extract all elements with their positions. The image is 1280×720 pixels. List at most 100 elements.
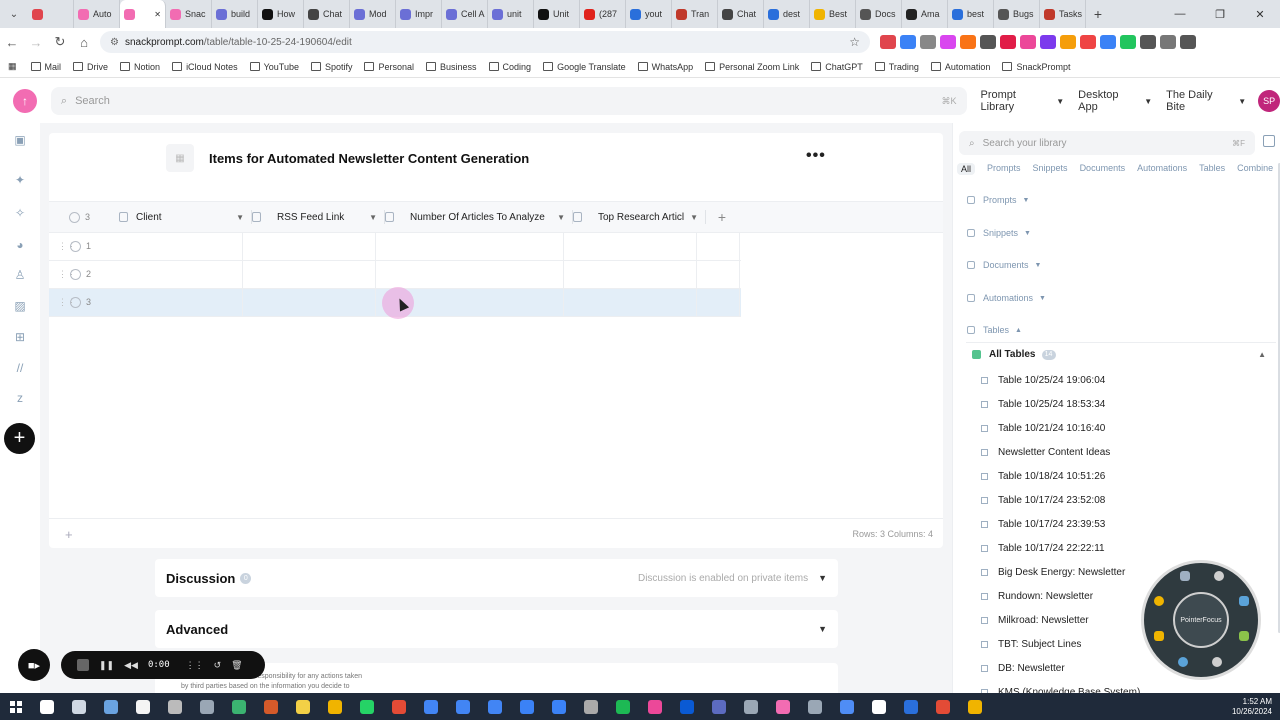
browser-tab[interactable]: Tran: [672, 0, 718, 28]
camera-button[interactable]: ■▸: [18, 649, 50, 681]
chevron-down-icon[interactable]: ▼: [690, 213, 698, 222]
library-table-item[interactable]: Table 10/18/24 10:51:26: [981, 471, 1105, 482]
magnifier-icon[interactable]: [1178, 657, 1188, 667]
extension-icon[interactable]: [960, 35, 976, 49]
profile-icon[interactable]: ♙: [12, 268, 28, 284]
prompts-icon[interactable]: ✦: [12, 173, 28, 189]
category-snippets[interactable]: Snippets ▼: [967, 228, 1031, 238]
delete-icon[interactable]: 🗑: [231, 660, 242, 671]
taskbar-app-icon[interactable]: [776, 699, 790, 714]
pause-button[interactable]: ❚❚: [99, 660, 114, 671]
extension-icon[interactable]: [940, 35, 956, 49]
library-filter-tab[interactable]: All: [957, 163, 976, 175]
browser-tab[interactable]: Ama: [902, 0, 948, 28]
taskbar-app-icon[interactable]: [936, 699, 950, 714]
bookmark-item[interactable]: Personal: [364, 62, 414, 72]
extension-icon[interactable]: [1160, 35, 1176, 49]
settings-icon[interactable]: [1212, 657, 1222, 667]
library-table-item[interactable]: Table 10/25/24 19:06:04: [981, 375, 1105, 386]
bookmark-item[interactable]: Personal Zoom Link: [705, 62, 799, 72]
palette-icon[interactable]: ◕: [12, 238, 28, 254]
browser-tab[interactable]: dest: [764, 0, 810, 28]
taskbar-app-icon[interactable]: [168, 699, 182, 714]
extension-icon[interactable]: [1120, 35, 1136, 49]
browser-tab[interactable]: Bugs: [994, 0, 1040, 28]
taskbar-app-icon[interactable]: [264, 699, 278, 714]
all-tables-group[interactable]: All Tables 14 ▲: [966, 342, 1276, 366]
taskbar-app-icon[interactable]: [904, 699, 918, 714]
bookmark-item[interactable]: Notion: [120, 62, 160, 72]
browser-tab[interactable]: Tasks: [1040, 0, 1086, 28]
table-cell[interactable]: [697, 261, 740, 289]
table-cell[interactable]: [243, 261, 376, 289]
new-tab-button[interactable]: +: [1086, 6, 1110, 22]
table-cell[interactable]: [243, 233, 376, 261]
browser-tab[interactable]: Cell A: [442, 0, 488, 28]
bookmark-item[interactable]: Drive: [73, 62, 108, 72]
bookmark-item[interactable]: Mail: [30, 62, 61, 72]
bookmark-item[interactable]: Google Translate: [543, 62, 626, 72]
extension-icon[interactable]: [980, 35, 996, 49]
browser-tab[interactable]: Chat: [304, 0, 350, 28]
taskbar-app-icon[interactable]: [360, 699, 374, 714]
row-checkbox[interactable]: [70, 241, 81, 252]
image-icon[interactable]: ▨: [12, 299, 28, 315]
table-cell[interactable]: [697, 233, 740, 261]
extension-icon[interactable]: [1140, 35, 1156, 49]
chevron-down-icon[interactable]: ▼: [369, 213, 377, 222]
snackprompt-logo[interactable]: ↑: [13, 89, 37, 113]
browser-tab[interactable]: Mod: [350, 0, 396, 28]
taskbar-app-icon[interactable]: [72, 699, 86, 714]
browser-tab[interactable]: Chat: [718, 0, 764, 28]
category-prompts[interactable]: Prompts ▼: [967, 195, 1029, 205]
home-button[interactable]: ⌂: [72, 35, 96, 50]
extension-icon[interactable]: [1040, 35, 1056, 49]
make-icon[interactable]: //: [12, 361, 28, 377]
avatar[interactable]: SP: [1258, 90, 1280, 112]
start-button[interactable]: [10, 700, 22, 713]
library-search-input[interactable]: ⌕ Search your library ⌘F: [959, 131, 1255, 155]
row-checkbox[interactable]: [70, 297, 81, 308]
menu-daily-bite[interactable]: The Daily Bite ▼: [1166, 89, 1246, 113]
system-clock[interactable]: 1:52 AM 10/26/2024: [1232, 697, 1272, 717]
back-button[interactable]: ←: [0, 35, 24, 50]
table-cell[interactable]: [564, 289, 697, 317]
apps-grid-icon[interactable]: ▦: [8, 61, 17, 72]
table-cell[interactable]: [110, 261, 243, 289]
table-cell[interactable]: [564, 261, 697, 289]
taskbar-app-icon[interactable]: [808, 699, 822, 714]
taskbar-app-icon[interactable]: [968, 699, 982, 714]
taskbar-app-icon[interactable]: [488, 699, 502, 714]
taskbar-app-icon[interactable]: [680, 699, 694, 714]
close-tab-icon[interactable]: ✕: [154, 10, 161, 19]
library-table-item[interactable]: TBT: Subject Lines: [981, 639, 1081, 650]
chevron-down-icon[interactable]: ▼: [818, 624, 827, 634]
browser-tab[interactable]: [28, 0, 74, 28]
table-row[interactable]: ⋮⋮ 1: [49, 233, 741, 261]
taskbar-app-icon[interactable]: [552, 699, 566, 714]
maximize-button[interactable]: ❐: [1200, 8, 1240, 21]
stop-recording-button[interactable]: [77, 659, 89, 671]
restart-icon[interactable]: ↺: [214, 660, 222, 671]
browser-tab[interactable]: unit: [488, 0, 534, 28]
bookmark-item[interactable]: iCloud Notes: [172, 62, 238, 72]
library-table-item[interactable]: Table 10/17/24 22:22:11: [981, 543, 1105, 554]
library-table-item[interactable]: Table 10/25/24 18:53:34: [981, 399, 1105, 410]
library-table-item[interactable]: Milkroad: Newsletter: [981, 615, 1089, 626]
chevron-down-icon[interactable]: ▼: [557, 213, 565, 222]
library-table-item[interactable]: Table 10/17/24 23:39:53: [981, 519, 1105, 530]
create-new-button[interactable]: +: [4, 423, 35, 454]
bookmark-item[interactable]: Spotify: [310, 62, 352, 72]
library-filter-tab[interactable]: Prompts: [987, 163, 1021, 175]
extension-icon[interactable]: [1000, 35, 1016, 49]
extension-icon[interactable]: [1020, 35, 1036, 49]
browser-tab[interactable]: build: [212, 0, 258, 28]
library-filter-tab[interactable]: Snippets: [1033, 163, 1068, 175]
extension-icon[interactable]: [1100, 35, 1116, 49]
minimize-button[interactable]: —: [1160, 8, 1200, 21]
library-filter-tab[interactable]: Combine: [1237, 163, 1273, 175]
address-bar[interactable]: ⚙ snackprompt.com /table/table-10-25-24-…: [100, 31, 870, 53]
column-header-research[interactable]: Top Research Articl ▼: [573, 202, 706, 232]
chevron-down-icon[interactable]: ▼: [236, 213, 244, 222]
table-cell[interactable]: [110, 289, 243, 317]
